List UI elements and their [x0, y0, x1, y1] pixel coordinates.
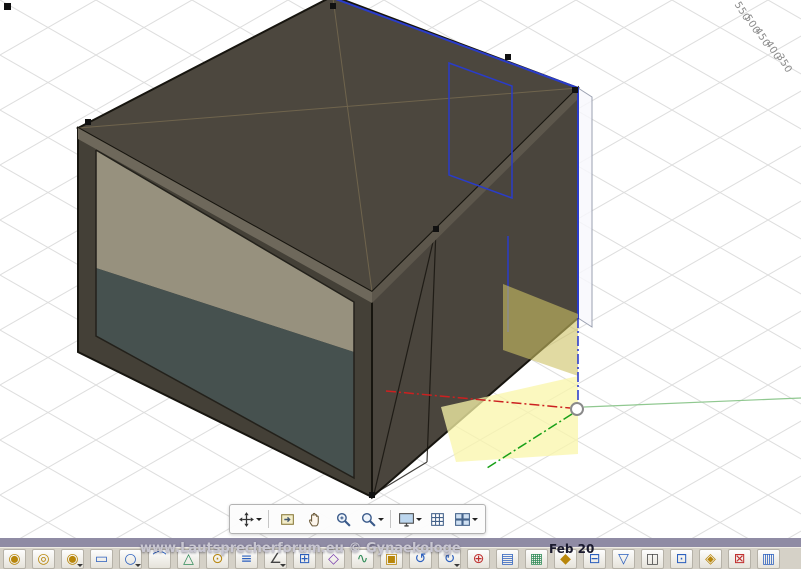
tool-glyph: ▥: [762, 551, 775, 567]
magnifier-plus-icon: [335, 511, 352, 528]
toolbar-separator: [268, 510, 269, 528]
tool-23[interactable]: ◫: [641, 549, 664, 569]
four-arrow-move-icon: [238, 511, 255, 528]
tool-glyph: ⊡: [676, 551, 688, 567]
tool-25[interactable]: ◈: [699, 549, 722, 569]
dropdown-arrow-icon: [378, 518, 384, 524]
pan-move-button[interactable]: [237, 508, 262, 531]
tool-1[interactable]: ◉: [3, 549, 26, 569]
tool-3[interactable]: ◉: [61, 549, 84, 569]
toolbar-separator: [390, 510, 391, 528]
monitor-icon: [398, 511, 415, 528]
tool-glyph: ◈: [705, 551, 716, 567]
tool-glyph: ▤: [501, 551, 514, 567]
tool-19[interactable]: ▦: [525, 549, 548, 569]
tool-glyph: ◫: [646, 551, 659, 567]
tool-17[interactable]: ⊕: [467, 549, 490, 569]
tool-4[interactable]: ▭: [90, 549, 113, 569]
tool-glyph: ⊠: [734, 551, 746, 567]
tool-22[interactable]: ▽: [612, 549, 635, 569]
tool-glyph: ▭: [95, 551, 108, 567]
tool-24[interactable]: ⊡: [670, 549, 693, 569]
viewport-canvas[interactable]: [0, 0, 801, 569]
previous-view-icon: [279, 511, 296, 528]
tool-glyph: ◉: [8, 551, 20, 567]
vertex-dot: [4, 3, 11, 10]
cad-application-window: 550 500 450 400 350: [0, 0, 801, 569]
navigation-toolbar: [229, 504, 486, 534]
tool-glyph: ▽: [618, 551, 629, 567]
zoom-options-button[interactable]: [359, 508, 384, 531]
dropdown-arrow-icon: [472, 518, 478, 524]
tool-glyph: ○: [124, 551, 136, 567]
window-tiles-icon: [454, 511, 471, 528]
box-right-wall-sliver[interactable]: [578, 88, 592, 327]
watermark-date: Feb 20: [549, 542, 594, 556]
viewport-layout-button[interactable]: [453, 508, 478, 531]
tool-glyph: ⊕: [473, 551, 485, 567]
tool-27[interactable]: ▥: [757, 549, 780, 569]
tool-2[interactable]: ◎: [32, 549, 55, 569]
display-style-button[interactable]: [397, 508, 422, 531]
tool-glyph: ▦: [530, 551, 543, 567]
magnifier-icon: [360, 511, 377, 528]
tool-26[interactable]: ⊠: [728, 549, 751, 569]
pan-hand-button[interactable]: [303, 508, 328, 531]
tool-glyph: ◉: [66, 551, 78, 567]
tool-18[interactable]: ▤: [496, 549, 519, 569]
grid-icon: [429, 511, 446, 528]
origin-marker[interactable]: [571, 403, 583, 415]
zoom-previous-button[interactable]: [275, 508, 300, 531]
hand-pan-icon: [307, 511, 324, 528]
tool-5[interactable]: ○: [119, 549, 142, 569]
watermark-text: www.Lautsprecherforum.eu © Gynaekologe: [140, 541, 461, 556]
grid-display-button[interactable]: [425, 508, 450, 531]
dropdown-arrow-icon: [416, 518, 422, 524]
zoom-button[interactable]: [331, 508, 356, 531]
tool-glyph: ◎: [37, 551, 49, 567]
dropdown-arrow-icon: [256, 518, 262, 524]
